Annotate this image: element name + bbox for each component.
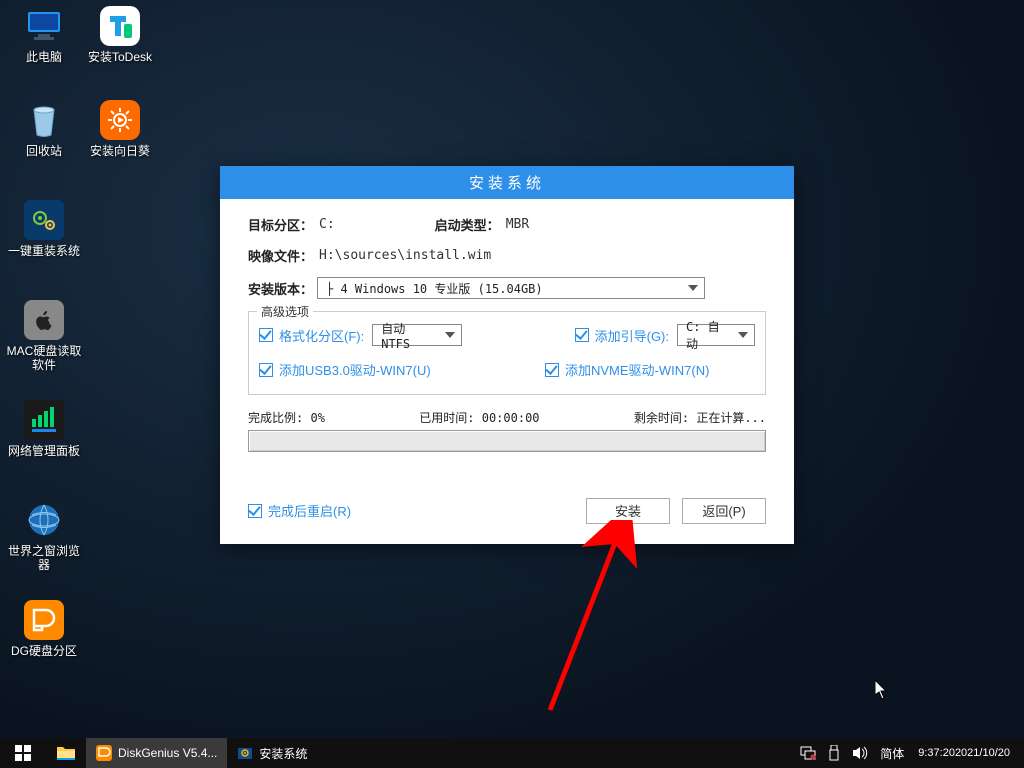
desktop-icon-recycle-bin[interactable]: 回收站 (6, 100, 82, 158)
taskbar-label: DiskGenius V5.4... (118, 746, 217, 760)
system-tray: 简体 9:37:20 2021/10/20 (794, 738, 1024, 768)
globe-icon (24, 500, 64, 540)
clock-date: 2021/10/20 (955, 747, 1010, 760)
folder-icon (56, 744, 76, 762)
installer-icon (237, 745, 253, 761)
format-partition-label: 格式化分区(F): (279, 326, 364, 345)
chevron-down-icon (738, 332, 748, 338)
progress-elapsed-value: 00:00:00 (482, 411, 540, 425)
cursor-icon (875, 680, 889, 700)
target-partition-value: C: (319, 217, 335, 232)
progress-elapsed-label: 已用时间: (419, 411, 474, 425)
nvme-driver-label: 添加NVME驱动-WIN7(N) (565, 360, 709, 379)
checkbox-icon (545, 363, 559, 377)
network-icon (800, 746, 816, 760)
reboot-after-label: 完成后重启(R) (268, 501, 351, 520)
progress-remain-label: 剩余时间: (634, 411, 689, 425)
annotation-arrow (540, 520, 680, 720)
progress-bar (248, 430, 766, 452)
desktop-icon-todesk[interactable]: 安装ToDesk (82, 6, 158, 64)
back-button[interactable]: 返回(P) (682, 498, 766, 524)
advanced-options-legend: 高级选项 (257, 303, 313, 320)
checkbox-icon (575, 328, 589, 342)
install-button[interactable]: 安装 (586, 498, 670, 524)
usb3-driver-checkbox[interactable]: 添加USB3.0驱动-WIN7(U) (259, 360, 431, 379)
taskbar-label: 安装系统 (259, 745, 307, 762)
install-version-select[interactable]: ├ 4 Windows 10 专业版 (15.04GB) (317, 277, 705, 299)
nvme-driver-checkbox[interactable]: 添加NVME驱动-WIN7(N) (545, 360, 709, 380)
desktop-icon-netpanel[interactable]: 网络管理面板 (6, 400, 82, 458)
tray-network[interactable] (794, 738, 822, 768)
checkbox-icon (259, 328, 273, 342)
desktop-icon-label: 网络管理面板 (6, 444, 82, 458)
desktop: 此电脑 安装ToDesk 回收站 安装向日葵 一键重装系统 MAC硬盘读取软件 (0, 0, 1024, 738)
boot-type-label: 启动类型： (435, 215, 500, 234)
desktop-icon-mac-disk[interactable]: MAC硬盘读取软件 (6, 300, 82, 372)
advanced-options-fieldset: 高级选项 格式化分区(F): 自动 NTFS (248, 311, 766, 395)
progress-done-label: 完成比例: (248, 411, 303, 425)
windows-icon (15, 745, 31, 761)
install-version-label: 安装版本： (248, 279, 313, 298)
desktop-icon-this-pc[interactable]: 此电脑 (6, 6, 82, 64)
todesk-icon (100, 6, 140, 46)
checkbox-icon (259, 363, 273, 377)
chevron-down-icon (445, 332, 455, 338)
format-fs-select[interactable]: 自动 NTFS (372, 324, 462, 346)
dialog-body: 目标分区： C: 启动类型： MBR 映像文件： H:\sources\inst… (220, 199, 794, 468)
desktop-icon-label: MAC硬盘读取软件 (6, 344, 82, 372)
taskbar-app-installer[interactable]: 安装系统 (227, 738, 317, 768)
progress-done-value: 0% (310, 411, 324, 425)
usb3-driver-label: 添加USB3.0驱动-WIN7(U) (279, 360, 431, 379)
desktop-icon-label: 回收站 (6, 144, 82, 158)
diskgenius-icon (96, 745, 112, 761)
clock-time: 9:37:20 (918, 747, 955, 760)
chevron-down-icon (688, 285, 698, 291)
desktop-icon-label: 安装向日葵 (82, 144, 158, 158)
format-fs-value: 自动 NTFS (381, 320, 437, 351)
apple-icon (24, 300, 64, 340)
desktop-icon-label: 此电脑 (6, 50, 82, 64)
taskbar-explorer[interactable] (46, 738, 86, 768)
gears-icon (24, 200, 64, 240)
tray-usb[interactable] (822, 738, 846, 768)
format-partition-checkbox[interactable]: 格式化分区(F): (259, 326, 364, 345)
desktop-icon-label: DG硬盘分区 (6, 644, 82, 658)
desktop-icon-label: 安装ToDesk (82, 50, 158, 64)
diskgenius-icon (24, 600, 64, 640)
desktop-icon-label: 世界之窗浏览器 (6, 544, 82, 572)
image-file-value: H:\sources\install.wim (319, 248, 491, 263)
target-partition-label: 目标分区： (248, 215, 313, 234)
taskbar-app-diskgenius[interactable]: DiskGenius V5.4... (86, 738, 227, 768)
boot-drive-select[interactable]: C: 自动 (677, 324, 755, 346)
trash-icon (24, 100, 64, 140)
add-boot-label: 添加引导(G): (595, 326, 669, 345)
progress-remain-value: 正在计算... (696, 411, 766, 425)
boot-drive-value: C: 自动 (686, 318, 730, 352)
add-boot-checkbox[interactable]: 添加引导(G): (575, 326, 669, 345)
monitor-icon (24, 6, 64, 46)
tray-clock[interactable]: 9:37:20 2021/10/20 (910, 738, 1018, 768)
taskbar: DiskGenius V5.4... 安装系统 简体 9:37:20 2021/… (0, 738, 1024, 768)
sunflower-icon (100, 100, 140, 140)
image-file-label: 映像文件： (248, 246, 313, 265)
desktop-icon-browser[interactable]: 世界之窗浏览器 (6, 500, 82, 572)
tray-volume[interactable] (846, 738, 874, 768)
checkbox-icon (248, 504, 262, 518)
boot-type-value: MBR (506, 217, 529, 232)
install-version-value: ├ 4 Windows 10 专业版 (15.04GB) (326, 280, 543, 297)
dialog-title: 安装系统 (220, 166, 794, 199)
tray-ime[interactable]: 简体 (874, 738, 910, 768)
speaker-icon (852, 746, 868, 760)
desktop-icon-reinstall[interactable]: 一键重装系统 (6, 200, 82, 258)
bars-network-icon (24, 400, 64, 440)
reboot-after-checkbox[interactable]: 完成后重启(R) (248, 501, 351, 520)
start-button[interactable] (0, 738, 46, 768)
desktop-icon-diskgenius[interactable]: DG硬盘分区 (6, 600, 82, 658)
desktop-icon-sunflower[interactable]: 安装向日葵 (82, 100, 158, 158)
desktop-icon-label: 一键重装系统 (6, 244, 82, 258)
usb-icon (828, 745, 840, 761)
install-dialog: 安装系统 目标分区： C: 启动类型： MBR 映像文件： H:\sources… (220, 166, 794, 544)
